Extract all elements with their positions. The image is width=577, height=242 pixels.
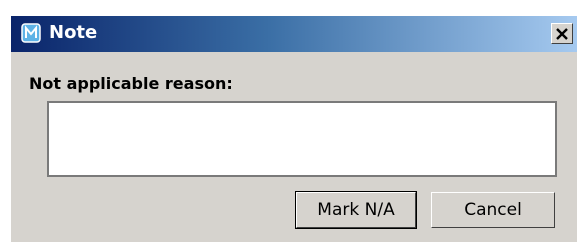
window-title: Note — [49, 22, 98, 43]
mark-na-button[interactable]: Mark N/A — [295, 191, 417, 229]
note-app-icon — [21, 23, 41, 43]
reason-input[interactable] — [49, 103, 555, 175]
close-button[interactable] — [551, 23, 573, 44]
close-icon — [556, 27, 568, 40]
title-bar[interactable]: Note — [11, 16, 577, 52]
reason-label: Not applicable reason: — [29, 74, 233, 93]
note-dialog: Note Not applicable reason: Mark N/A Can… — [10, 16, 577, 242]
cancel-button[interactable]: Cancel — [431, 192, 555, 228]
reason-input-frame — [47, 101, 557, 177]
